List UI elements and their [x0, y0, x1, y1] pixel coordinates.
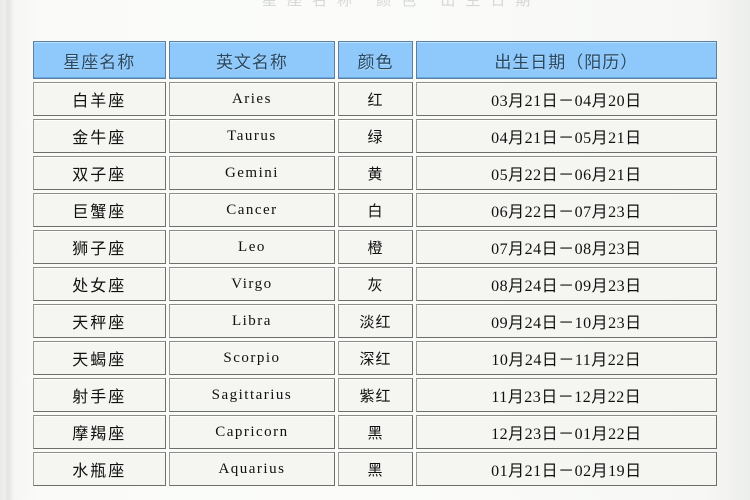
zodiac-name-cell: 天蝎座 — [33, 341, 166, 375]
zodiac-english-cell: Cancer — [168, 193, 336, 227]
clipped-header-strip: 星座名称 颜色 出生日期 — [0, 0, 750, 14]
zodiac-name-cell: 处女座 — [33, 267, 166, 301]
zodiac-name-cell: 巨蟹座 — [33, 193, 166, 227]
zodiac-name-cell: 白羊座 — [33, 82, 166, 116]
zodiac-birthdate-cell: 04月21日－05月21日 — [415, 119, 717, 153]
zodiac-english-cell: Aries — [168, 82, 336, 116]
table-row: 天秤座 Libra 淡红 09月24日－10月23日 — [33, 304, 717, 338]
zodiac-color-cell: 绿 — [338, 119, 413, 153]
zodiac-name-cell: 摩羯座 — [33, 415, 166, 449]
zodiac-color-cell: 淡红 — [338, 304, 413, 338]
table-row: 白羊座 Aries 红 03月21日－04月20日 — [33, 82, 717, 116]
zodiac-birthdate-cell: 08月24日－09月23日 — [415, 267, 717, 301]
zodiac-color-cell: 深红 — [338, 341, 413, 375]
zodiac-color-cell: 灰 — [338, 267, 413, 301]
zodiac-english-cell: Libra — [168, 304, 336, 338]
zodiac-birthdate-cell: 05月22日－06月21日 — [415, 156, 717, 190]
zodiac-color-cell: 白 — [338, 193, 413, 227]
zodiac-name-cell: 射手座 — [33, 378, 166, 412]
table-row: 天蝎座 Scorpio 深红 10月24日－11月22日 — [33, 341, 717, 375]
zodiac-color-cell: 黑 — [338, 452, 413, 486]
zodiac-name-cell: 水瓶座 — [33, 452, 166, 486]
zodiac-birthdate-cell: 01月21日－02月19日 — [415, 452, 717, 486]
zodiac-english-cell: Aquarius — [168, 452, 336, 486]
zodiac-color-cell: 黄 — [338, 156, 413, 190]
zodiac-color-cell: 橙 — [338, 230, 413, 264]
column-header-name: 星座名称 — [33, 41, 166, 79]
table-row: 射手座 Sagittarius 紫红 11月23日－12月22日 — [33, 378, 717, 412]
zodiac-birthdate-cell: 10月24日－11月22日 — [415, 341, 717, 375]
zodiac-color-cell: 红 — [338, 82, 413, 116]
zodiac-name-cell: 双子座 — [33, 156, 166, 190]
clipped-header-text: 星座名称 颜色 出生日期 — [262, 0, 541, 9]
table-row: 处女座 Virgo 灰 08月24日－09月23日 — [33, 267, 717, 301]
table-row: 摩羯座 Capricorn 黑 12月23日－01月22日 — [33, 415, 717, 449]
table-header-row: 星座名称 英文名称 颜色 出生日期（阳历） — [33, 41, 717, 79]
zodiac-english-cell: Scorpio — [168, 341, 336, 375]
table-row: 金牛座 Taurus 绿 04月21日－05月21日 — [33, 119, 717, 153]
zodiac-english-cell: Taurus — [168, 119, 336, 153]
zodiac-name-cell: 金牛座 — [33, 119, 166, 153]
zodiac-birthdate-cell: 09月24日－10月23日 — [415, 304, 717, 338]
zodiac-color-cell: 紫红 — [338, 378, 413, 412]
zodiac-birthdate-cell: 07月24日－08月23日 — [415, 230, 717, 264]
table-row: 狮子座 Leo 橙 07月24日－08月23日 — [33, 230, 717, 264]
table-body: 白羊座 Aries 红 03月21日－04月20日 金牛座 Taurus 绿 04月21日－0… — [33, 82, 717, 486]
column-header-english: 英文名称 — [168, 41, 336, 79]
zodiac-english-cell: Virgo — [168, 267, 336, 301]
table-row: 双子座 Gemini 黄 05月22日－06月21日 — [33, 156, 717, 190]
zodiac-english-cell: Leo — [168, 230, 336, 264]
zodiac-table-container: 星座名称 英文名称 颜色 出生日期（阳历） 白羊座 Aries 红 03月21日－04… — [30, 38, 720, 489]
zodiac-color-cell: 黑 — [338, 415, 413, 449]
column-header-birthdate: 出生日期（阳历） — [415, 41, 717, 79]
table-row: 水瓶座 Aquarius 黑 01月21日－02月19日 — [33, 452, 717, 486]
zodiac-table: 星座名称 英文名称 颜色 出生日期（阳历） 白羊座 Aries 红 03月21日－04… — [30, 38, 720, 489]
zodiac-birthdate-cell: 12月23日－01月22日 — [415, 415, 717, 449]
zodiac-birthdate-cell: 03月21日－04月20日 — [415, 82, 717, 116]
table-row: 巨蟹座 Cancer 白 06月22日－07月23日 — [33, 193, 717, 227]
zodiac-english-cell: Gemini — [168, 156, 336, 190]
zodiac-name-cell: 天秤座 — [33, 304, 166, 338]
zodiac-english-cell: Sagittarius — [168, 378, 336, 412]
zodiac-name-cell: 狮子座 — [33, 230, 166, 264]
column-header-color: 颜色 — [338, 41, 413, 79]
zodiac-birthdate-cell: 06月22日－07月23日 — [415, 193, 717, 227]
zodiac-birthdate-cell: 11月23日－12月22日 — [415, 378, 717, 412]
zodiac-english-cell: Capricorn — [168, 415, 336, 449]
